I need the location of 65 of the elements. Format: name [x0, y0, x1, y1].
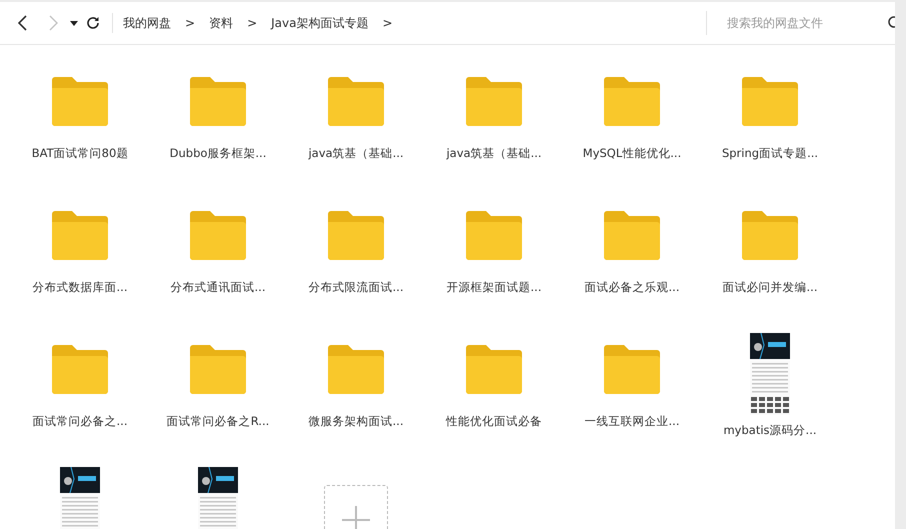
folder-icon — [50, 210, 110, 260]
file-tile[interactable]: MySQL性能优化... — [563, 65, 701, 199]
file-name: 面试必备之乐观... — [584, 280, 680, 295]
folder-icon — [326, 344, 386, 394]
file-tile[interactable]: BAT面试常问80题 — [11, 65, 149, 199]
file-name: Spring面试专题... — [722, 146, 818, 161]
folder-icon — [602, 344, 662, 394]
file-tile[interactable]: Dubbo服务框架... — [149, 65, 287, 199]
breadcrumb-link[interactable]: 我的网盘 — [123, 14, 171, 32]
folder-icon — [326, 210, 386, 260]
file-tile[interactable]: java筑基（基础... — [425, 65, 563, 199]
folder-icon — [740, 76, 800, 126]
file-tile[interactable]: 面试必问并发编... — [701, 199, 839, 333]
file-name: java筑基（基础... — [308, 146, 404, 161]
refresh-icon — [86, 16, 100, 30]
file-tile[interactable]: 分布式通讯面试... — [149, 199, 287, 333]
file-name: 面试常问必备之... — [32, 414, 128, 429]
caret-icon — [70, 20, 78, 26]
file-tile[interactable]: mybatis源码分... — [701, 333, 839, 467]
file-name: 面试必问并发编... — [722, 280, 818, 295]
plus-icon — [342, 506, 370, 529]
file-name: 性能优化面试必备 — [446, 414, 542, 429]
file-tile[interactable]: 开源框架面试题... — [425, 199, 563, 333]
folder-icon — [602, 210, 662, 260]
document-thumbnail — [60, 467, 100, 529]
folder-icon — [50, 76, 110, 126]
file-name: Dubbo服务框架... — [170, 146, 266, 161]
file-name: mybatis源码分... — [723, 423, 817, 438]
file-name: 微服务架构面试... — [308, 414, 404, 429]
folder-icon — [188, 344, 248, 394]
file-tile[interactable]: 微服务架构面试... — [287, 333, 425, 467]
file-tile[interactable]: 面试必备之乐观... — [563, 199, 701, 333]
folder-icon — [464, 344, 524, 394]
file-name: BAT面试常问80题 — [32, 146, 128, 161]
file-tile[interactable]: 面试常问必备之R... — [149, 333, 287, 467]
search-icon[interactable] — [887, 16, 895, 30]
folder-icon — [188, 210, 248, 260]
folder-icon — [740, 210, 800, 260]
folder-icon — [50, 344, 110, 394]
folder-icon — [188, 76, 248, 126]
breadcrumb-link[interactable]: Java架构面试专题 — [271, 14, 368, 32]
file-tile[interactable]: 性能优化面试必备 — [425, 333, 563, 467]
file-tile[interactable]: 一线互联网企业... — [563, 333, 701, 467]
file-tile[interactable]: Spring面试专题... — [701, 65, 839, 199]
folder-icon — [326, 76, 386, 126]
file-tile[interactable]: 分布式限流面试... — [287, 199, 425, 333]
file-name: java筑基（基础... — [446, 146, 542, 161]
file-name: MySQL性能优化... — [582, 146, 682, 161]
breadcrumb-separator: > — [382, 16, 393, 30]
file-name: 分布式限流面试... — [308, 280, 404, 295]
folder-icon — [464, 76, 524, 126]
folder-icon — [602, 76, 662, 126]
breadcrumb-link[interactable]: 资料 — [209, 14, 234, 32]
breadcrumb-separator: > — [247, 16, 258, 30]
breadcrumb-separator: > — [185, 16, 196, 30]
file-name: 分布式通讯面试... — [170, 280, 266, 295]
file-name: 分布式数据库面... — [32, 280, 128, 295]
file-tile[interactable]: 分布式数据库面... — [11, 199, 149, 333]
file-tile[interactable]: 面试常问必备之... — [11, 333, 149, 467]
document-thumbnail — [198, 467, 238, 529]
file-name: 开源框架面试题... — [446, 280, 542, 295]
folder-icon — [464, 210, 524, 260]
file-name: 面试常问必备之R... — [166, 414, 270, 429]
file-name: 一线互联网企业... — [584, 414, 680, 429]
file-tile[interactable]: java筑基（基础... — [287, 65, 425, 199]
